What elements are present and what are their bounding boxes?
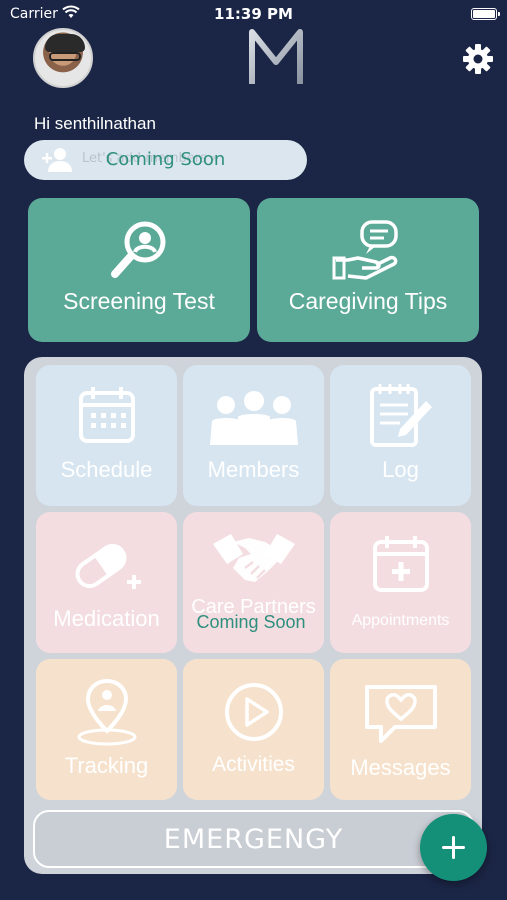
members-tile[interactable]: Members xyxy=(183,365,324,506)
emergency-label: EMERGENGY xyxy=(163,824,344,855)
care-partners-coming-soon: Coming Soon xyxy=(196,612,306,632)
greeting-text: Hi senthilnathan xyxy=(34,114,156,133)
people-group-icon xyxy=(209,391,298,445)
settings-gear-icon[interactable] xyxy=(462,43,494,75)
appointments-label: Appointments xyxy=(351,612,450,629)
app-logo xyxy=(249,29,303,84)
location-pin-icon xyxy=(77,678,136,746)
battery-icon xyxy=(471,8,500,20)
activities-label: Activities xyxy=(212,753,295,776)
tracking-tile[interactable]: Tracking xyxy=(36,659,177,800)
screening-test-label: Screening Test xyxy=(63,288,215,314)
messages-label: Messages xyxy=(350,755,451,780)
members-label: Members xyxy=(207,457,300,482)
add-fab-button[interactable] xyxy=(420,814,487,881)
pill-icon xyxy=(75,543,141,589)
handshake-icon xyxy=(212,534,295,582)
caregiving-tips-label: Caregiving Tips xyxy=(288,288,448,314)
avatar[interactable] xyxy=(33,28,93,88)
magnifier-person-icon xyxy=(111,221,166,278)
clock: 11:39 PM xyxy=(214,5,293,23)
status-bar: Carrier 11:39 PM xyxy=(0,0,507,28)
schedule-tile[interactable]: Schedule xyxy=(36,365,177,506)
tracking-label: Tracking xyxy=(64,753,149,778)
calendar-plus-icon xyxy=(372,536,429,592)
caregiving-tips-tile[interactable]: Caregiving Tips xyxy=(257,198,479,342)
medication-label: Medication xyxy=(53,606,160,631)
add-members-button[interactable]: Let's add members » Coming Soon xyxy=(24,140,307,180)
emergency-button[interactable]: EMERGENGY xyxy=(33,810,474,868)
medication-tile[interactable]: Medication xyxy=(36,512,177,653)
appointments-tile[interactable]: Appointments xyxy=(330,512,471,653)
coming-soon-label: Coming Soon xyxy=(105,149,226,170)
activities-tile[interactable]: Activities xyxy=(183,659,324,800)
notepad-pen-icon xyxy=(369,384,432,447)
hand-speech-bubble-icon xyxy=(332,220,398,280)
calendar-icon xyxy=(78,387,135,443)
schedule-label: Schedule xyxy=(60,457,153,482)
screening-test-tile[interactable]: Screening Test xyxy=(28,198,250,342)
log-label: Log xyxy=(382,457,419,482)
log-tile[interactable]: Log xyxy=(330,365,471,506)
chat-heart-icon xyxy=(364,685,437,743)
play-circle-icon xyxy=(224,683,283,741)
messages-tile[interactable]: Messages xyxy=(330,659,471,800)
